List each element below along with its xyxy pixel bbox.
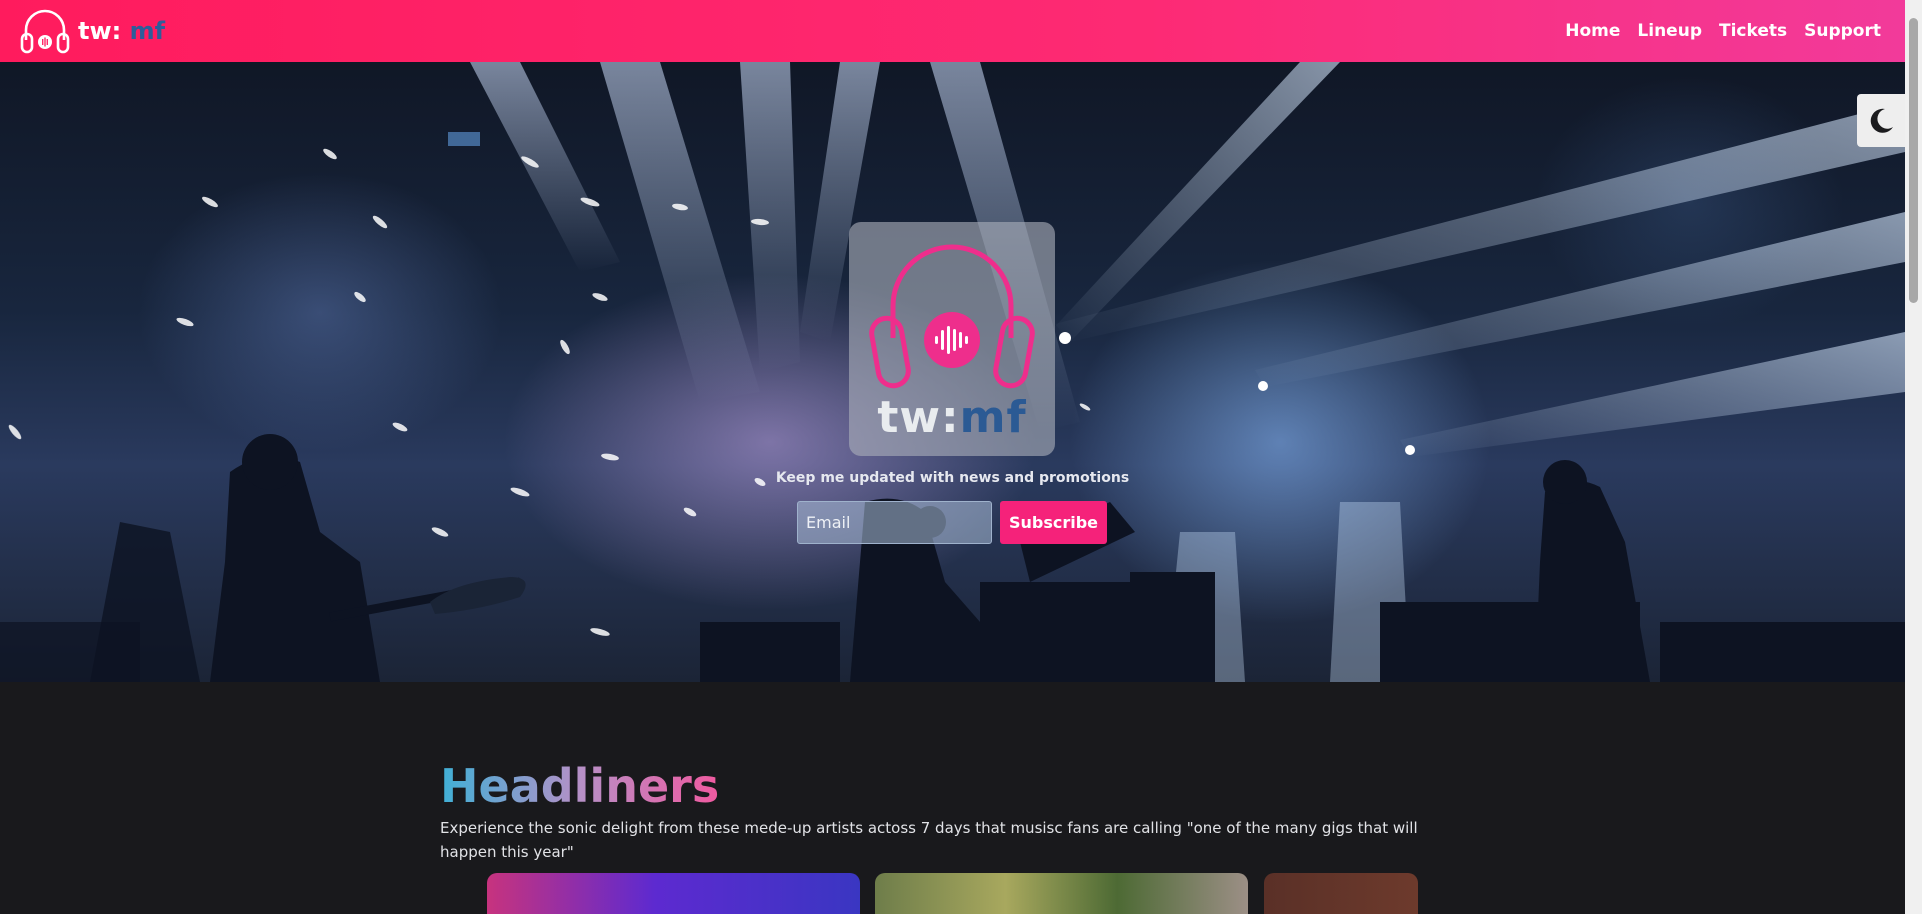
top-navbar: tw: mf Home Lineup Tickets Support	[0, 0, 1905, 62]
headliner-card[interactable]	[875, 873, 1248, 914]
dark-mode-toggle[interactable]	[1857, 94, 1905, 147]
brand-mf-text: mf	[121, 17, 166, 45]
nav-link-support[interactable]: Support	[1804, 21, 1881, 41]
brand-tw-text: tw:	[78, 17, 122, 45]
page: tw: mf Home Lineup Tickets Support tw:mf…	[0, 0, 1922, 914]
subscribe-button[interactable]: Subscribe	[1000, 501, 1107, 544]
logo-tw-text: tw:	[877, 392, 960, 443]
moon-icon	[1870, 108, 1893, 133]
headliner-cards	[487, 873, 1418, 914]
headliner-card[interactable]	[487, 873, 860, 914]
main-nav: Home Lineup Tickets Support	[1565, 21, 1881, 41]
headliners-heading: Headliners	[440, 756, 719, 816]
scrollbar-thumb[interactable]	[1909, 18, 1918, 303]
logo-mf-text: mf	[959, 392, 1027, 443]
nav-link-lineup[interactable]: Lineup	[1637, 21, 1702, 41]
headphones-logo-icon	[20, 9, 70, 54]
hero-banner: tw:mf Keep me updated with news and prom…	[0, 62, 1905, 682]
festival-logo-wordmark: tw:mf	[849, 392, 1055, 443]
headliner-card[interactable]	[1264, 873, 1418, 914]
nav-link-tickets[interactable]: Tickets	[1719, 21, 1787, 41]
page-scrollbar[interactable]	[1905, 0, 1922, 914]
brand-home-link[interactable]: tw: mf	[18, 6, 165, 56]
headphones-logo-icon	[869, 244, 1035, 389]
headliners-description: Experience the sonic delight from these …	[440, 819, 1418, 861]
festival-logo-card: tw:mf	[849, 222, 1055, 456]
brand-wordmark: tw: mf	[78, 17, 165, 45]
nav-link-home[interactable]: Home	[1565, 21, 1620, 41]
email-input[interactable]	[797, 501, 992, 544]
newsletter-tagline: Keep me updated with news and promotions	[775, 470, 1130, 486]
